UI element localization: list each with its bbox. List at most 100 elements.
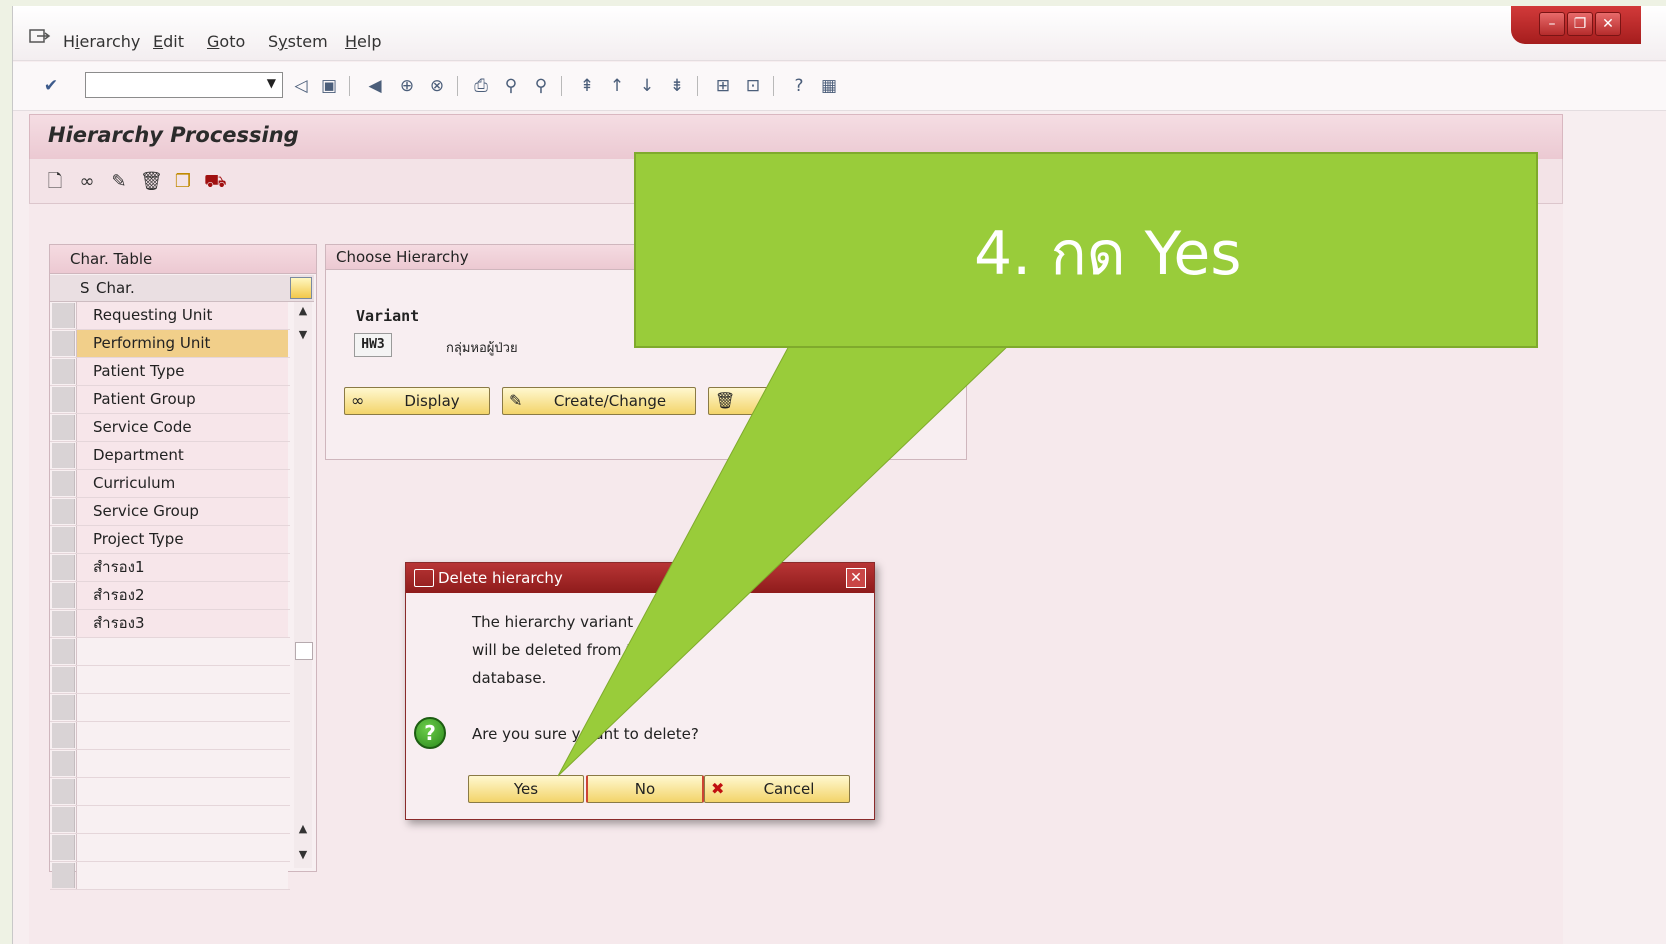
row-selector[interactable] [52, 611, 75, 636]
trash-icon[interactable]: 🗑 [140, 171, 163, 193]
vertical-scrollbar[interactable]: ▲ ▼ ▲ ▼ [294, 302, 313, 868]
create-change-button[interactable]: ✎ Create/Change [502, 387, 696, 415]
row-selector[interactable] [52, 415, 75, 440]
minimize-icon[interactable]: – [1539, 12, 1565, 36]
table-cell[interactable]: Service Code [76, 414, 288, 441]
save-icon[interactable]: ▣ [319, 76, 339, 96]
row-selector[interactable] [52, 863, 75, 888]
variant-field[interactable]: HW3 [354, 333, 392, 357]
table-row[interactable]: Curriculum [50, 470, 290, 498]
back-arrow-icon[interactable]: ◁ [291, 76, 311, 96]
table-row[interactable]: Project Type [50, 526, 290, 554]
previous-page-icon[interactable]: ↑ [607, 76, 627, 96]
create-session-icon[interactable]: ⊞ [713, 76, 733, 96]
row-selector[interactable] [52, 639, 75, 664]
back-icon[interactable]: ◀ [365, 76, 385, 96]
table-cell[interactable] [76, 638, 288, 665]
table-row[interactable]: Patient Group [50, 386, 290, 414]
table-row[interactable]: สำรอง1 [50, 554, 290, 582]
help-icon[interactable]: ? [789, 76, 809, 96]
row-selector[interactable] [52, 723, 75, 748]
table-row[interactable]: Requesting Unit [50, 302, 290, 330]
table-cell[interactable]: สำรอง3 [76, 610, 288, 637]
scroll-thumb[interactable] [295, 642, 313, 660]
display-glasses-icon[interactable]: ∞ [76, 171, 98, 193]
table-cell[interactable] [76, 862, 288, 889]
row-selector[interactable] [52, 583, 75, 608]
table-row[interactable] [50, 862, 290, 890]
print-icon[interactable]: ⎙ [471, 76, 491, 96]
table-cell[interactable]: สำรอง2 [76, 582, 288, 609]
scroll-up-icon[interactable]: ▲ [296, 822, 310, 836]
delete-button[interactable]: 🗑 [708, 387, 770, 415]
table-cell[interactable]: Curriculum [76, 470, 288, 497]
table-row[interactable] [50, 638, 290, 666]
restore-icon[interactable]: ❐ [1567, 12, 1593, 36]
cancel-button[interactable]: ✖ Cancel [704, 775, 850, 803]
table-row[interactable] [50, 834, 290, 862]
row-selector[interactable] [52, 807, 75, 832]
table-cell[interactable]: Patient Group [76, 386, 288, 413]
table-row[interactable]: Service Code [50, 414, 290, 442]
transport-truck-icon[interactable]: ⛟ [204, 171, 227, 193]
scroll-up-icon[interactable]: ▲ [296, 304, 310, 318]
display-button[interactable]: ∞ Display [344, 387, 490, 415]
no-button[interactable]: No [586, 775, 704, 803]
table-row[interactable]: Service Group [50, 498, 290, 526]
menu-goto[interactable]: Goto [207, 32, 245, 51]
table-cell[interactable]: Performing Unit [76, 330, 288, 357]
table-settings-icon[interactable] [290, 277, 312, 299]
scroll-down-icon[interactable]: ▼ [296, 328, 310, 342]
chevron-down-icon[interactable]: ▼ [267, 76, 276, 90]
table-row[interactable]: Performing Unit [50, 330, 290, 358]
dialog-close-icon[interactable]: ✕ [846, 568, 866, 588]
table-row[interactable]: Department [50, 442, 290, 470]
yes-button[interactable]: Yes [468, 775, 584, 803]
table-row[interactable]: สำรอง3 [50, 610, 290, 638]
find-next-icon[interactable]: ⚲ [531, 76, 551, 96]
table-cell[interactable]: Service Group [76, 498, 288, 525]
table-cell[interactable]: Department [76, 442, 288, 469]
row-selector[interactable] [52, 331, 75, 356]
table-row[interactable]: Patient Type [50, 358, 290, 386]
menu-window-icon[interactable] [29, 28, 51, 46]
table-cell[interactable] [76, 778, 288, 805]
menu-hierarchy[interactable]: Hierarchy [63, 32, 140, 51]
close-icon[interactable]: ✕ [1595, 12, 1621, 36]
exit-icon[interactable]: ⊕ [397, 76, 417, 96]
table-cell[interactable] [76, 722, 288, 749]
table-cell[interactable] [76, 806, 288, 833]
row-selector[interactable] [52, 443, 75, 468]
table-cell[interactable] [76, 666, 288, 693]
menu-edit[interactable]: Edit [153, 32, 184, 51]
menu-help[interactable]: Help [345, 32, 381, 51]
row-selector[interactable] [52, 751, 75, 776]
table-cell[interactable]: Project Type [76, 526, 288, 553]
row-selector[interactable] [52, 359, 75, 384]
command-field[interactable]: ▼ [85, 72, 283, 98]
table-row[interactable]: สำรอง2 [50, 582, 290, 610]
table-cell[interactable]: Patient Type [76, 358, 288, 385]
copy-icon[interactable]: ❐ [172, 171, 194, 193]
row-selector[interactable] [52, 303, 75, 328]
first-page-icon[interactable]: ⇞ [577, 76, 597, 96]
row-selector[interactable] [52, 667, 75, 692]
cancel-icon[interactable]: ⊗ [427, 76, 447, 96]
table-row[interactable] [50, 666, 290, 694]
pencil-icon[interactable]: ✎ [108, 171, 130, 193]
row-selector[interactable] [52, 471, 75, 496]
new-document-icon[interactable]: 🗋 [44, 171, 66, 193]
enter-check-icon[interactable]: ✔ [41, 76, 61, 96]
row-selector[interactable] [52, 527, 75, 552]
table-row[interactable] [50, 694, 290, 722]
table-row[interactable] [50, 806, 290, 834]
last-page-icon[interactable]: ⇟ [667, 76, 687, 96]
table-row[interactable] [50, 778, 290, 806]
row-selector[interactable] [52, 835, 75, 860]
table-cell[interactable]: สำรอง1 [76, 554, 288, 581]
row-selector[interactable] [52, 695, 75, 720]
table-cell[interactable] [76, 834, 288, 861]
scroll-down-icon[interactable]: ▼ [296, 848, 310, 862]
row-selector[interactable] [52, 555, 75, 580]
menu-system[interactable]: System [268, 32, 328, 51]
